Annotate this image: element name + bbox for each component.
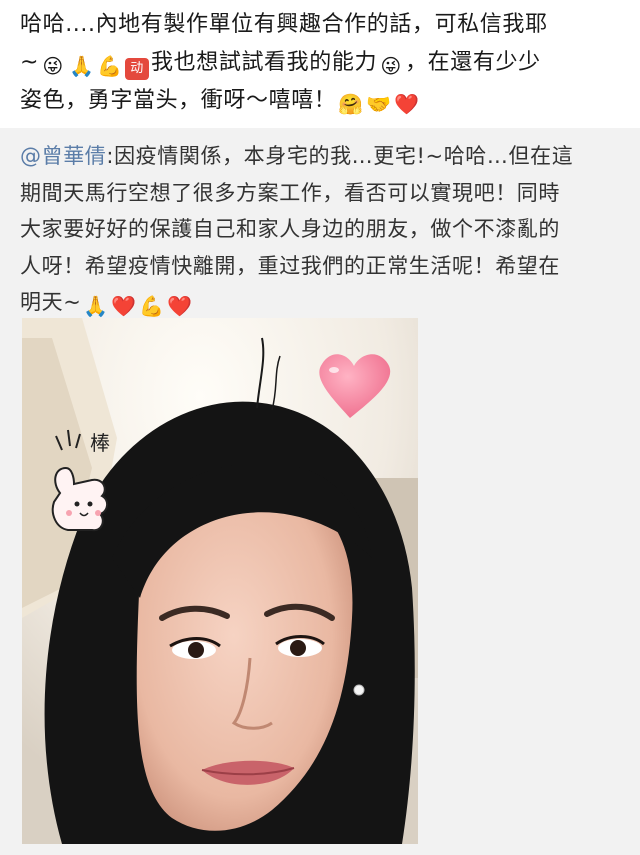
tongue-face-emoji-icon: 😜 (380, 54, 402, 78)
repost-line-1: @曾華倩:因疫情関係，本身宅的我…更宅!~哈哈…但在這 (20, 144, 574, 168)
selfie-photo[interactable]: 棒 (22, 318, 418, 844)
post-line-3-text: 姿色，勇字當头，衝呀～嘻嘻！ (20, 88, 337, 113)
hug-face-emoji-icon: 🤗 (338, 92, 364, 116)
repost-line-5: 明天~ 🙏 ❤️ 💪 ❤️ (20, 290, 193, 318)
red-heart-emoji-icon: ❤️ (111, 294, 137, 318)
selfie-illustration: 棒 (22, 318, 418, 844)
tilde: ~ (20, 50, 40, 75)
repost-line-2: 期間天馬行空想了很多方案工作，看否可以實現吧！同時 (20, 180, 560, 205)
post-text: 哈哈....內地有製作單位有興趣合作的話，可私信我耶 ~ 😜 🙏 💪 动我也想試試看我的… (0, 0, 640, 118)
pray-hands-emoji-icon: 🙏 (69, 54, 95, 78)
mention-link[interactable]: @曾華倩 (20, 144, 106, 168)
chat-badge-icon: 动 (125, 58, 150, 80)
repost-text: @曾華倩:因疫情関係，本身宅的我…更宅!~哈哈…但在這 期間天馬行空想了很多方案… (0, 128, 640, 321)
post-line-2: ~ 😜 🙏 💪 动我也想試試看我的能力 😜 ，在還有少少 (20, 44, 620, 82)
post-line-2-text: 我也想試試看我的能力 (151, 50, 378, 75)
red-heart-emoji-icon: ❤️ (167, 294, 193, 318)
handshake-emoji-icon: 🤝 (366, 92, 392, 116)
repost-card[interactable]: @曾華倩:因疫情関係，本身宅的我…更宅!~哈哈…但在這 期間天馬行空想了很多方案… (0, 128, 640, 855)
repost-line-3: 大家要好好的保護自己和家人身边的朋友，做个不漆亂的 (20, 217, 560, 241)
post-line-1: 哈哈....內地有製作單位有興趣合作的話，可私信我耶 (20, 12, 548, 37)
repost-line-4: 人呀！希望疫情快離開，重过我們的正常生活呢！希望在 (20, 253, 560, 278)
post-line-2-suffix: ，在還有少少 (405, 50, 541, 75)
muscle-emoji-icon: 💪 (97, 54, 123, 78)
post-line-3: 姿色，勇字當头，衝呀～嘻嘻！ 🤗 🤝 ❤️ (20, 82, 620, 120)
red-heart-emoji-icon: ❤️ (394, 92, 420, 116)
sticker-text: 棒 (90, 431, 110, 455)
tongue-face-emoji-icon: 😜 (42, 54, 64, 78)
pray-hands-emoji-icon: 🙏 (83, 294, 109, 318)
muscle-emoji-icon: 💪 (139, 294, 165, 318)
